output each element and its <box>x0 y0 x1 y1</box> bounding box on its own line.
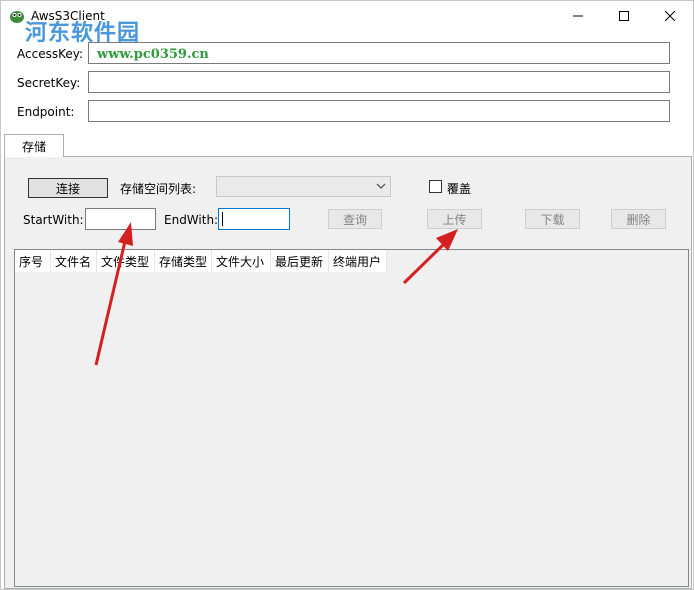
query-button[interactable]: 查询 <box>328 209 382 229</box>
secret-key-label: SecretKey: <box>17 76 81 90</box>
delete-button-label: 删除 <box>626 212 651 227</box>
connect-button-label: 连接 <box>55 181 80 196</box>
column-header-file-name[interactable]: 文件名 <box>51 250 97 272</box>
close-icon <box>665 11 675 21</box>
column-header-storage-class[interactable]: 存储类型 <box>155 250 212 272</box>
column-header-owner[interactable]: 终端用户 <box>329 250 387 272</box>
overwrite-label: 覆盖 <box>447 182 472 196</box>
minimize-icon <box>573 15 583 17</box>
chevron-down-icon <box>376 183 386 189</box>
bucket-select[interactable] <box>216 176 391 197</box>
connect-button[interactable]: 连接 <box>28 178 108 198</box>
endpoint-input[interactable] <box>88 100 670 122</box>
access-key-label: AccessKey: <box>17 47 84 61</box>
start-with-input[interactable] <box>85 208 156 230</box>
column-header-last-modified[interactable]: 最后更新 <box>271 250 329 272</box>
end-with-label: EndWith: <box>164 213 219 227</box>
bucket-list-label: 存储空间列表: <box>120 182 197 196</box>
query-button-label: 查询 <box>342 212 367 227</box>
end-with-input[interactable] <box>218 208 290 230</box>
secret-key-input[interactable] <box>88 71 670 93</box>
app-window: AwsS3Client AccessKey: SecretKey: Endpoi… <box>0 0 694 590</box>
maximize-button[interactable] <box>601 1 647 31</box>
upload-button-label: 上传 <box>442 212 467 227</box>
list-header: 序号 文件名 文件类型 存储类型 文件大小 最后更新 终端用户 <box>15 250 387 272</box>
watermark-url: www.pc0359.cn <box>97 47 209 62</box>
upload-button[interactable]: 上传 <box>427 209 482 229</box>
column-header-index[interactable]: 序号 <box>15 250 51 272</box>
text-caret <box>222 212 223 226</box>
file-list[interactable]: 序号 文件名 文件类型 存储类型 文件大小 最后更新 终端用户 <box>14 249 689 587</box>
delete-button[interactable]: 删除 <box>611 209 666 229</box>
endpoint-label: Endpoint: <box>17 105 75 119</box>
maximize-icon <box>619 11 629 21</box>
column-header-file-size[interactable]: 文件大小 <box>212 250 271 272</box>
watermark-logo: 河东软件园 <box>25 20 141 46</box>
download-button-label: 下载 <box>540 212 565 227</box>
column-header-file-type[interactable]: 文件类型 <box>97 250 155 272</box>
start-with-label: StartWith: <box>23 213 84 227</box>
app-icon <box>9 8 25 24</box>
tab-storage-label: 存储 <box>21 139 46 154</box>
close-button[interactable] <box>647 1 693 31</box>
download-button[interactable]: 下载 <box>525 209 580 229</box>
overwrite-checkbox[interactable] <box>429 180 442 193</box>
minimize-button[interactable] <box>555 1 601 31</box>
tab-storage[interactable]: 存储 <box>4 134 64 157</box>
